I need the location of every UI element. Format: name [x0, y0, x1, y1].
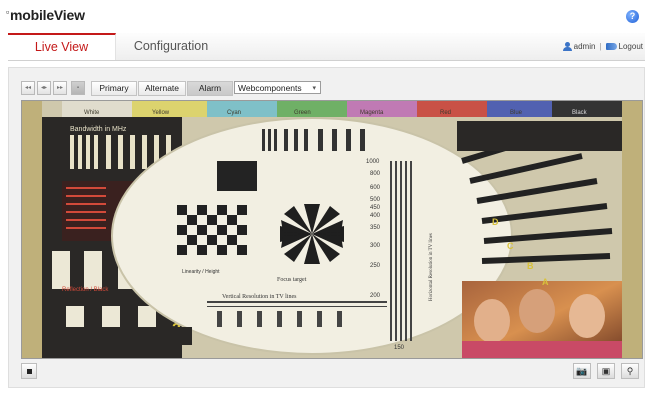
snapshot-button[interactable]: 📷: [573, 363, 591, 379]
scale-200: 200: [370, 293, 381, 299]
color-label-cyan: Cyan: [227, 110, 241, 116]
color-label-yellow: Yellow: [152, 110, 170, 116]
layout-2x2-button[interactable]: ◂▸: [37, 81, 51, 95]
chart-mark-c: C: [507, 241, 514, 251]
stream-alternate-button[interactable]: Alternate: [138, 81, 186, 96]
logo-mark-icon: ▫: [6, 7, 9, 17]
live-view-panel: ◂◂ ◂▸ ▸▸ ▪ Primary Alternate Alarm Webco…: [8, 67, 645, 388]
chart-mark-d: D: [492, 217, 499, 227]
user-area: admin | Logout: [562, 33, 643, 60]
tab-live-view[interactable]: Live View: [8, 33, 116, 60]
color-label-magenta: Magenta: [360, 110, 384, 116]
tab-configuration[interactable]: Configuration: [116, 33, 226, 60]
stop-button[interactable]: [21, 363, 37, 379]
stream-primary-button[interactable]: Primary: [91, 81, 137, 96]
scale-600: 600: [370, 185, 381, 191]
video-viewport[interactable]: 1 2: [21, 100, 643, 359]
focus-target-label: Focus target: [277, 277, 307, 283]
horizontal-resolution-label: Horizontal Resolution in TV lines: [429, 233, 434, 301]
zoom-button[interactable]: ⚲: [621, 363, 639, 379]
plugin-select[interactable]: Webcomponents ▾: [234, 81, 321, 94]
color-label-green: Green: [294, 110, 311, 116]
logout-link[interactable]: Logout: [619, 33, 643, 60]
vertical-resolution-label: Vertical Resolution in TV lines: [222, 294, 297, 300]
bandwidth-label: Bandwidth in MHz: [70, 126, 127, 133]
help-button[interactable]: ?: [626, 10, 639, 23]
logo-text: mobileView: [10, 7, 85, 23]
color-label-white: White: [84, 110, 100, 116]
scale-150: 150: [394, 345, 405, 351]
scale-1000: 1000: [366, 159, 380, 165]
scale-800: 800: [370, 171, 381, 177]
record-icon: ▣: [601, 366, 611, 376]
color-label-blue: Blue: [510, 110, 523, 116]
scale-500: 500: [370, 197, 381, 203]
zoom-icon: ⚲: [626, 366, 634, 376]
scale-350: 350: [370, 225, 381, 231]
scale-450: 450: [370, 205, 381, 211]
chevron-down-icon: ▾: [312, 85, 316, 92]
top-bar: ▫mobileView ?: [0, 0, 647, 30]
reflection-label: Reflection / Black: [62, 287, 109, 293]
video-controls: 📷 ▣ ⚲: [21, 361, 641, 381]
test-chart-image: 1 2: [22, 101, 642, 358]
layout-1x1-button[interactable]: ◂◂: [21, 81, 35, 95]
scale-300: 300: [370, 243, 381, 249]
color-label-black: Black: [572, 110, 588, 116]
scale-250: 250: [370, 263, 381, 269]
user-separator: |: [599, 42, 602, 52]
app-logo: ▫mobileView: [6, 7, 85, 23]
linearity-label: Linearity / Height: [182, 269, 220, 275]
logout-icon: [605, 43, 617, 51]
main-nav: Live View Configuration admin | Logout: [8, 33, 645, 61]
color-label-red: Red: [440, 110, 451, 116]
plugin-select-value: Webcomponents: [238, 83, 302, 93]
stream-alarm-button[interactable]: Alarm: [187, 81, 233, 96]
layout-3x3-button[interactable]: ▸▸: [53, 81, 67, 95]
fullscreen-button[interactable]: ▪: [71, 81, 85, 95]
camera-icon: 📷: [576, 366, 588, 376]
username: admin: [573, 42, 596, 52]
chart-mark-b: B: [527, 261, 534, 271]
chart-mark-a: A: [542, 277, 549, 287]
record-button[interactable]: ▣: [597, 363, 615, 379]
user-icon: [562, 42, 572, 52]
scale-400: 400: [370, 213, 381, 219]
